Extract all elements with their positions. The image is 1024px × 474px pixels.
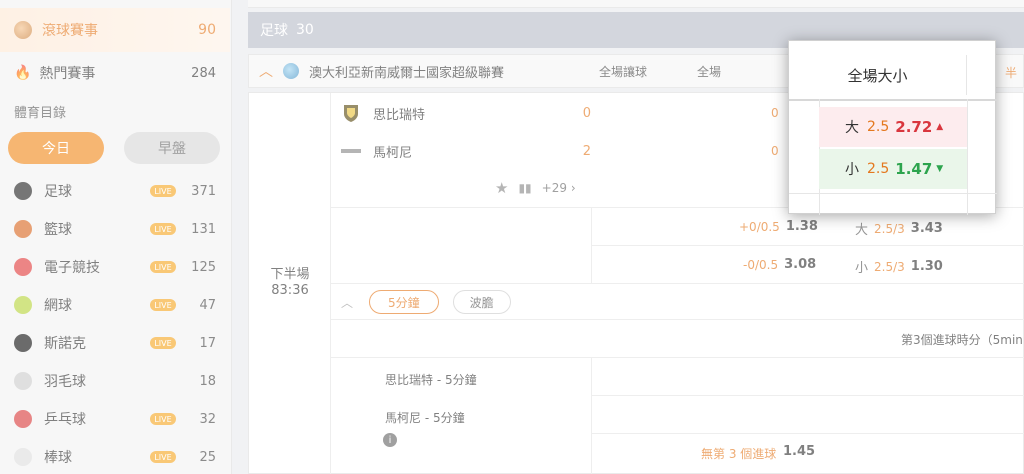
under-value: 1.47 xyxy=(895,160,933,178)
divider xyxy=(789,193,997,194)
popup-under-odd[interactable]: 小 2.5 1.47 ▼ xyxy=(819,149,967,189)
total-goals-popup: 全場大小 大 2.5 2.72 ▲ 小 2.5 1.47 ▼ xyxy=(788,40,997,215)
divider xyxy=(789,99,997,101)
arrow-up-icon: ▲ xyxy=(936,122,944,132)
under-handicap: 2.5 xyxy=(867,161,890,177)
over-handicap: 2.5 xyxy=(867,119,890,135)
under-prefix: 小 xyxy=(845,162,859,178)
divider xyxy=(967,99,968,215)
popup-title: 全場大小 xyxy=(789,55,967,95)
popup-over-odd[interactable]: 大 2.5 2.72 ▲ xyxy=(819,107,967,147)
over-value: 2.72 xyxy=(895,118,933,136)
over-prefix: 大 xyxy=(845,120,859,136)
arrow-down-icon: ▼ xyxy=(936,164,944,174)
